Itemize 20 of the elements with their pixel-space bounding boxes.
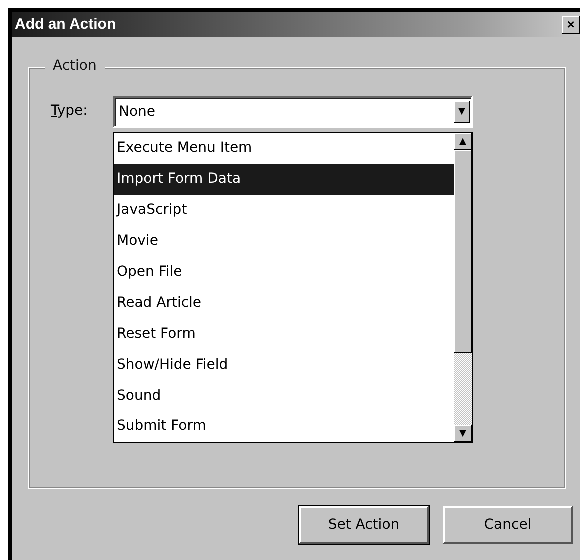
type-label: Type: xyxy=(51,102,89,121)
list-item[interactable]: Open File xyxy=(114,256,454,288)
scroll-thumb[interactable] xyxy=(454,150,472,353)
list-item[interactable]: Execute Menu Item xyxy=(114,133,454,164)
scroll-down-button[interactable]: ▼ xyxy=(454,425,472,442)
dropdown-arrow-button[interactable]: ▼ xyxy=(454,101,470,123)
dialog-button[interactable]: Cancel xyxy=(443,506,573,544)
dialog-button[interactable]: Set Action xyxy=(299,506,429,544)
list-item[interactable]: Show/Hide Field xyxy=(114,349,454,380)
close-button[interactable]: × xyxy=(562,16,580,34)
list-item[interactable]: Read Article xyxy=(114,287,454,318)
list-item[interactable]: Sound xyxy=(114,380,454,412)
type-dropdown[interactable]: None ▼ xyxy=(113,96,473,128)
list-item[interactable]: Submit Form xyxy=(114,411,454,442)
list-item[interactable]: Reset Form xyxy=(114,318,454,350)
list-item[interactable]: Movie xyxy=(114,226,454,257)
list-item[interactable]: JavaScript xyxy=(114,194,454,226)
scroll-up-button[interactable]: ▲ xyxy=(454,133,472,150)
window-title: Add an Action xyxy=(15,16,116,33)
list-item[interactable]: Import Form Data xyxy=(114,164,454,195)
